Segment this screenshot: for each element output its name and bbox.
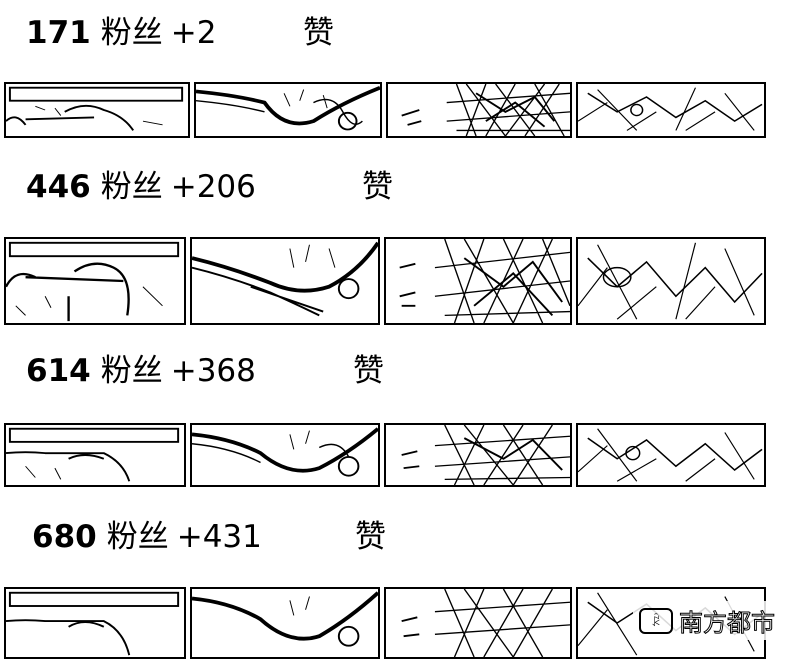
thumbnail-map [4, 82, 190, 138]
fan-count: 614 [26, 352, 91, 389]
river-sketch-icon [192, 427, 378, 477]
thumbnail-strip-2 [0, 237, 801, 325]
thumbnail-strip-1 [0, 82, 801, 138]
dense-branches-icon [401, 425, 570, 485]
thumbnail-map [4, 587, 186, 659]
thumbnail-strip-3 [0, 423, 801, 487]
river-sketch-icon [192, 241, 378, 317]
like-label: 赞 [353, 352, 384, 389]
thumbnail-branches-scattered [576, 237, 766, 325]
fan-label: 粉丝 [100, 14, 163, 51]
thumbnail-river [194, 82, 382, 138]
map-sketch-icon [6, 591, 180, 656]
watermark-text: 南方都市 [679, 609, 776, 638]
thumbnail-map [4, 423, 186, 487]
fan-delta: +431 [176, 518, 262, 555]
river-sketch-icon [196, 86, 380, 131]
map-sketch-icon [6, 427, 180, 482]
map-sketch-icon [6, 241, 180, 322]
fan-delta: +206 [170, 168, 256, 205]
thumbnail-branches-dense [384, 587, 572, 659]
fan-label: 粉丝 [106, 518, 169, 555]
thumbnail-river [190, 423, 380, 487]
thumbnail-branches-scattered [576, 423, 766, 487]
row-header-4: 680 粉丝 +431 [32, 512, 262, 562]
thumbnail-branches-dense [384, 423, 572, 487]
row-header-3: 614 粉丝 +368 [26, 346, 256, 396]
row-header-1: 171 粉丝 +2 [26, 8, 216, 58]
thumbnail-river [190, 587, 380, 659]
dense-branches-icon [401, 589, 570, 657]
dense-branches-icon [401, 84, 570, 136]
river-sketch-icon [192, 591, 378, 647]
like-label: 赞 [303, 14, 334, 51]
thumbnail-branches-dense [384, 237, 572, 325]
like-label: 赞 [355, 518, 386, 555]
watermark: ꂯ 南方都市 [633, 601, 781, 640]
row-header-2: 446 粉丝 +206 [26, 162, 256, 212]
fan-count: 680 [32, 518, 97, 555]
fan-count: 171 [26, 14, 91, 51]
thumbnail-branches-scattered [576, 82, 766, 138]
fan-count: 446 [26, 168, 91, 205]
thumbnail-map [4, 237, 186, 325]
scattered-branches-icon [578, 242, 763, 320]
fan-delta: +368 [170, 352, 256, 389]
scattered-branches-icon [578, 87, 763, 131]
fan-label: 粉丝 [100, 352, 163, 389]
thumbnail-branches-dense [386, 82, 572, 138]
dense-branches-icon [399, 239, 570, 323]
scattered-branches-icon [578, 428, 763, 482]
thumbnail-river [190, 237, 380, 325]
fan-delta: +2 [170, 14, 217, 51]
map-sketch-icon [6, 86, 184, 131]
fan-label: 粉丝 [100, 168, 163, 205]
watermark-logo-icon: ꂯ [639, 607, 673, 634]
like-label: 赞 [362, 168, 393, 205]
